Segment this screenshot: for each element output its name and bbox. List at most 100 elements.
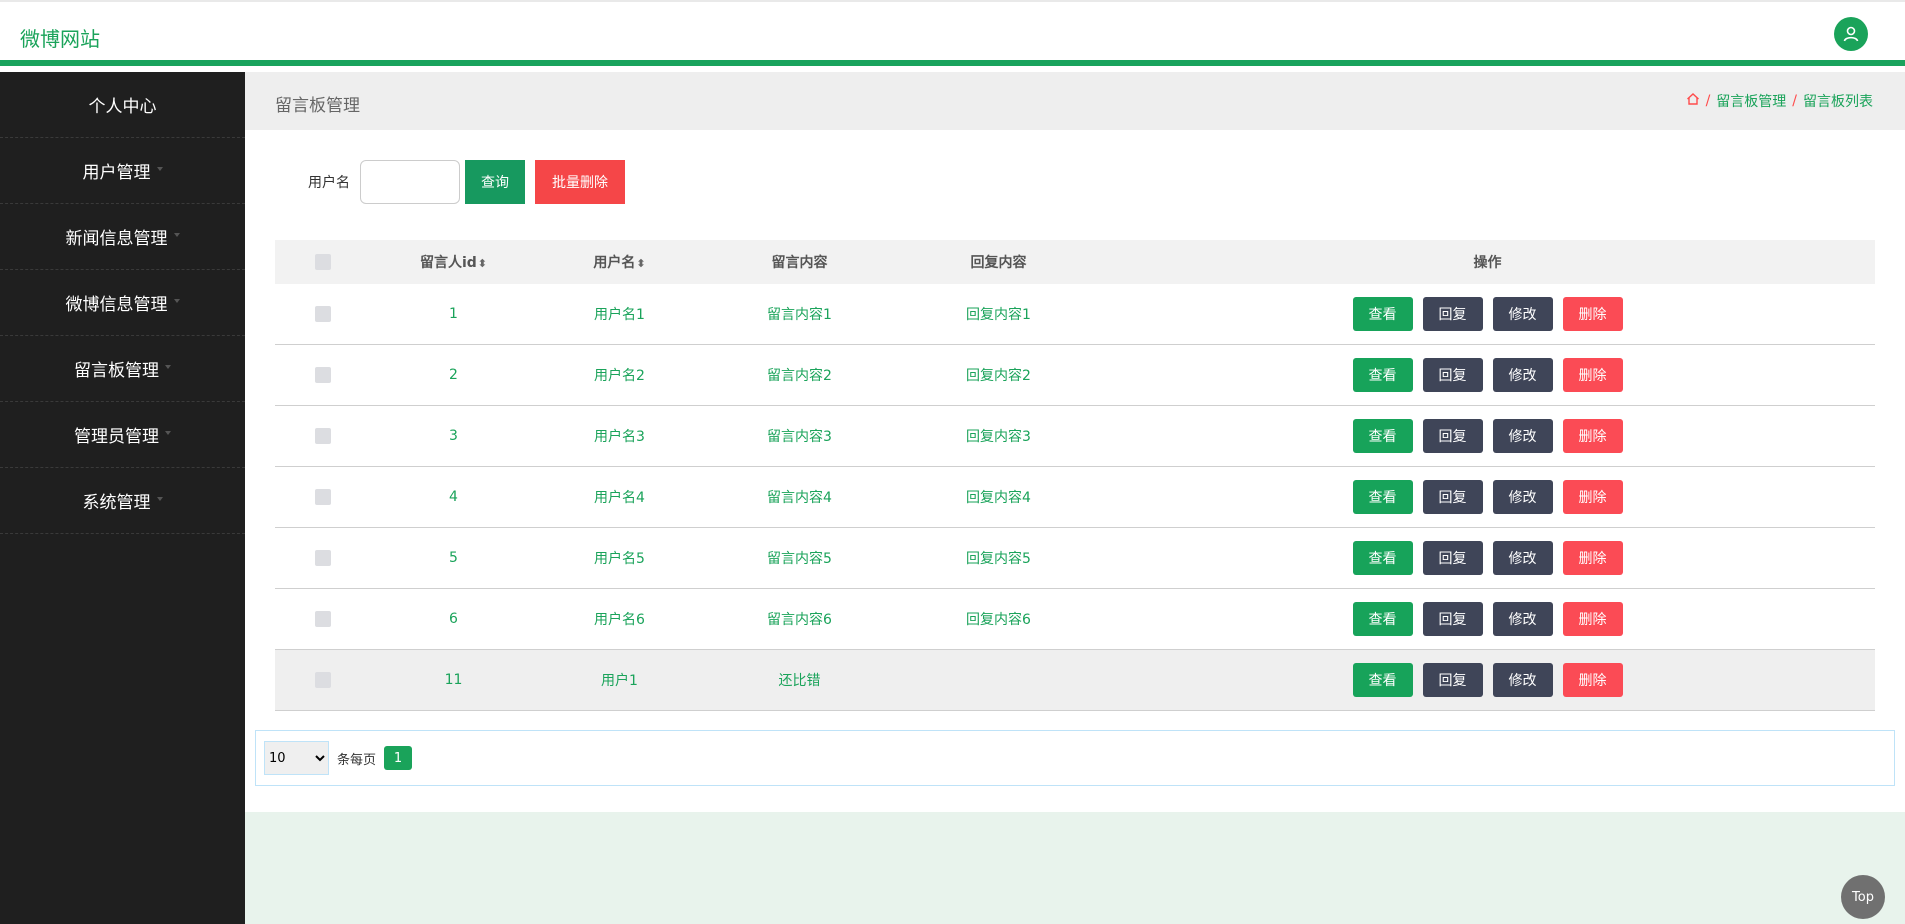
pagination: 10 条每页 1 [255, 730, 1895, 786]
edit-button[interactable]: 修改 [1492, 297, 1553, 331]
sidebar-item[interactable]: 系统管理 [0, 468, 245, 534]
sidebar-item[interactable]: 个人中心 [0, 72, 245, 138]
row-checkbox-cell [275, 550, 370, 566]
delete-button[interactable]: 删除 [1562, 358, 1623, 392]
delete-button[interactable]: 删除 [1562, 480, 1623, 514]
row-actions: 查看 回复 修改 删除 [1100, 297, 1875, 331]
top-bar: 微博网站 [0, 0, 1905, 66]
chevron-down-icon [165, 430, 171, 435]
per-page-label: 条每页 [337, 752, 377, 768]
cell-username: 用户名4 [594, 490, 645, 506]
column-username-label: 用户名 [593, 255, 636, 271]
cell-username: 用户名3 [594, 429, 645, 445]
reply-button[interactable]: 回复 [1422, 358, 1483, 392]
username-input[interactable] [360, 160, 460, 204]
delete-button[interactable]: 删除 [1562, 419, 1623, 453]
batch-delete-button[interactable]: 批量删除 [535, 160, 625, 204]
user-icon[interactable] [1834, 17, 1868, 51]
sidebar-item[interactable]: 用户管理 [0, 138, 245, 204]
cell-message: 留言内容6 [767, 612, 832, 628]
site-title[interactable]: 微博网站 [20, 23, 100, 52]
column-reply: 回复内容 [970, 255, 1027, 271]
home-icon[interactable] [1686, 92, 1700, 110]
sidebar-item[interactable]: 留言板管理 [0, 336, 245, 402]
row-checkbox-cell [275, 367, 370, 383]
cell-id: 11 [444, 672, 463, 688]
delete-button[interactable]: 删除 [1562, 297, 1623, 331]
chevron-down-icon [173, 298, 180, 303]
view-button[interactable]: 查看 [1352, 419, 1413, 453]
person-icon [1843, 26, 1859, 42]
delete-button[interactable]: 删除 [1562, 602, 1623, 636]
reply-button[interactable]: 回复 [1422, 541, 1483, 575]
cell-message: 留言内容5 [767, 551, 832, 567]
cell-id: 6 [449, 611, 458, 627]
row-checkbox[interactable] [314, 489, 331, 505]
sidebar-item-label: 留言板管理 [74, 361, 159, 381]
column-username[interactable]: 用户名⬍ [537, 252, 702, 272]
table-row: 6 用户名6 留言内容6 回复内容6 查看 回复 修改 删除 [275, 589, 1875, 650]
row-checkbox[interactable] [314, 367, 331, 383]
row-checkbox[interactable] [314, 672, 331, 688]
edit-button[interactable]: 修改 [1492, 419, 1553, 453]
row-checkbox[interactable] [314, 428, 331, 444]
view-button[interactable]: 查看 [1352, 541, 1413, 575]
view-button[interactable]: 查看 [1352, 480, 1413, 514]
sidebar-item-label: 新闻信息管理 [65, 229, 168, 249]
view-button[interactable]: 查看 [1352, 358, 1413, 392]
breadcrumb-item-board[interactable]: 留言板管理 [1716, 91, 1786, 111]
chevron-down-icon [173, 232, 180, 237]
view-button[interactable]: 查看 [1352, 602, 1413, 636]
view-button[interactable]: 查看 [1352, 297, 1413, 331]
column-id[interactable]: 留言人id⬍ [370, 252, 537, 272]
column-id-label: 留言人id [419, 255, 477, 271]
edit-button[interactable]: 修改 [1492, 480, 1553, 514]
cell-id: 1 [449, 306, 458, 322]
row-actions: 查看 回复 修改 删除 [1100, 480, 1875, 514]
select-all-checkbox[interactable] [314, 254, 331, 270]
row-checkbox-cell [275, 428, 370, 444]
delete-button[interactable]: 删除 [1562, 541, 1623, 575]
page-size-select[interactable]: 10 [264, 741, 329, 775]
cell-id: 4 [449, 489, 458, 505]
reply-button[interactable]: 回复 [1422, 480, 1483, 514]
sidebar-item[interactable]: 管理员管理 [0, 402, 245, 468]
query-button[interactable]: 查询 [465, 160, 525, 204]
edit-button[interactable]: 修改 [1492, 358, 1553, 392]
cell-username: 用户名5 [594, 551, 645, 567]
cell-message: 留言内容1 [767, 307, 832, 323]
edit-button[interactable]: 修改 [1492, 541, 1553, 575]
view-button[interactable]: 查看 [1352, 663, 1413, 697]
row-checkbox[interactable] [314, 611, 331, 627]
cell-username: 用户名2 [594, 368, 645, 384]
reply-button[interactable]: 回复 [1422, 602, 1483, 636]
table-row: 11 用户1 还比错 查看 回复 修改 删除 [275, 650, 1875, 711]
sidebar-item[interactable]: 微博信息管理 [0, 270, 245, 336]
edit-button[interactable]: 修改 [1492, 602, 1553, 636]
sidebar: 个人中心 用户管理新闻信息管理微博信息管理留言板管理管理员管理 系统管理 [0, 72, 245, 924]
sidebar-item[interactable]: 新闻信息管理 [0, 204, 245, 270]
chevron-down-icon [165, 364, 171, 369]
reply-button[interactable]: 回复 [1422, 663, 1483, 697]
table-row: 5 用户名5 留言内容5 回复内容5 查看 回复 修改 删除 [275, 528, 1875, 589]
cell-username: 用户名6 [594, 612, 645, 628]
table-row: 4 用户名4 留言内容4 回复内容4 查看 回复 修改 删除 [275, 467, 1875, 528]
row-checkbox-cell [275, 611, 370, 627]
main-content: 留言板管理 / 留言板管理 / 留言板列表 用户名 查询 批量删除 留言人id⬍… [245, 72, 1905, 924]
row-checkbox[interactable] [314, 550, 331, 566]
cell-reply: 回复内容4 [966, 490, 1031, 506]
sort-icon: ⬍ [477, 257, 488, 270]
edit-button[interactable]: 修改 [1492, 663, 1553, 697]
back-to-top-button[interactable]: Top [1841, 875, 1885, 919]
reply-button[interactable]: 回复 [1422, 297, 1483, 331]
table-body: 1 用户名1 留言内容1 回复内容1 查看 回复 修改 删除 2 用户名2 留言内容2 回复内容2 查看… [275, 284, 1875, 711]
row-checkbox[interactable] [314, 306, 331, 322]
table-row: 3 用户名3 留言内容3 回复内容3 查看 回复 修改 删除 [275, 406, 1875, 467]
reply-button[interactable]: 回复 [1422, 419, 1483, 453]
row-actions: 查看 回复 修改 删除 [1100, 602, 1875, 636]
chevron-down-icon [156, 166, 163, 171]
breadcrumb-item-list[interactable]: 留言板列表 [1803, 91, 1873, 111]
page-button-current[interactable]: 1 [384, 746, 413, 770]
delete-button[interactable]: 删除 [1562, 663, 1623, 697]
row-actions: 查看 回复 修改 删除 [1100, 663, 1875, 697]
